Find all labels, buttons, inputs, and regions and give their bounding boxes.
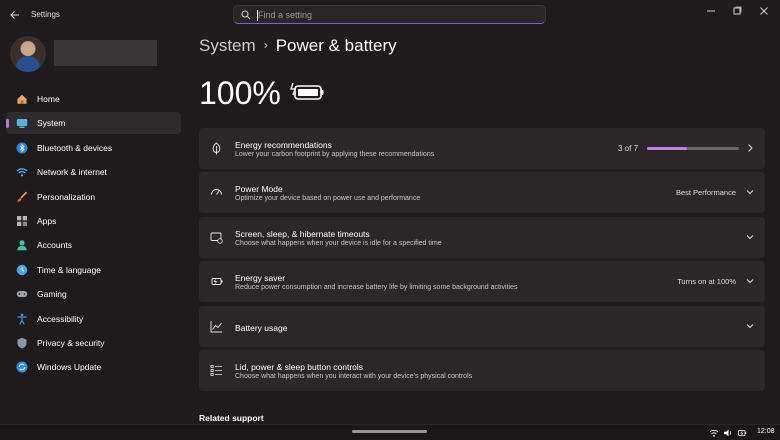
sidebar-item-label: Time & language — [37, 264, 101, 275]
related-support-heading: Related support — [199, 413, 264, 423]
card-description: Optimize your device based on power use … — [235, 195, 421, 203]
sidebar-item-personalization[interactable]: Personalization — [6, 186, 181, 208]
leaf-icon — [212, 142, 221, 155]
sidebar-item-time-language[interactable]: Time & language — [6, 259, 181, 281]
sidebar-item-accessibility[interactable]: Accessibility — [6, 308, 181, 330]
accounts-icon — [17, 240, 27, 251]
progress-fill — [647, 147, 687, 150]
sidebar-item-label: Accounts — [37, 240, 72, 251]
card-screen-sleep[interactable]: Screen, sleep, & hibernate timeouts Choo… — [199, 216, 765, 258]
sidebar-item-label: Apps — [37, 215, 57, 226]
battery-percentage: 100% — [199, 75, 281, 111]
back-arrow-icon[interactable] — [9, 9, 21, 21]
bluetooth-icon — [16, 142, 28, 154]
card-title: Energy recommendations — [235, 140, 332, 150]
chevron-down-icon — [746, 234, 754, 239]
card-energy-recommendations[interactable]: Energy recommendations Lower your carbon… — [199, 128, 765, 169]
sidebar-item-system[interactable]: System — [6, 112, 181, 135]
card-battery-usage[interactable]: Battery usage — [199, 305, 765, 347]
card-energy-saver[interactable]: Energy saver Reduce power consumption an… — [199, 261, 765, 303]
battery-charging-icon — [290, 82, 324, 100]
chevron-down-icon — [746, 190, 754, 195]
taskbar-handle[interactable] — [352, 430, 427, 433]
globe-clock-icon — [16, 264, 28, 275]
settings-cards: Energy recommendations Lower your carbon… — [199, 128, 765, 394]
chevron-down-icon — [746, 279, 754, 284]
card-title: Power Mode — [235, 184, 283, 195]
home-icon — [17, 94, 27, 104]
sidebar-item-label: Windows Update — [37, 362, 102, 373]
sidebar-item-label: Privacy & security — [37, 337, 105, 348]
energy-saver-status: Turns on at 100% — [677, 277, 736, 287]
close-icon[interactable] — [757, 4, 771, 18]
button-controls-icon — [210, 365, 222, 376]
card-description: Choose what happens when you interact wi… — [235, 372, 473, 380]
sidebar-item-windows-update[interactable]: Windows Update — [6, 356, 181, 378]
energy-saver-icon — [211, 278, 223, 286]
wifi-icon[interactable] — [709, 428, 719, 438]
battery-icon[interactable] — [737, 428, 747, 438]
recommendations-progress-bar — [647, 147, 739, 150]
card-description: Lower your carbon footprint by applying … — [235, 151, 435, 158]
sidebar-nav: Home System Bluetooth & devices Network … — [6, 88, 181, 381]
breadcrumb: System › Power & battery — [199, 36, 397, 56]
sidebar-item-label: System — [37, 118, 66, 129]
sidebar-item-network[interactable]: Network & internet — [6, 161, 181, 183]
taskbar: 12:08 — [0, 424, 780, 440]
breadcrumb-separator: › — [263, 38, 268, 52]
card-title: Energy saver — [235, 273, 286, 284]
sidebar-item-apps[interactable]: Apps — [6, 210, 181, 232]
apps-icon — [17, 215, 27, 226]
wifi-icon — [16, 168, 28, 177]
maximize-icon[interactable] — [730, 4, 744, 18]
sidebar-item-label: Personalization — [37, 191, 96, 202]
search-box[interactable]: Find a setting — [233, 5, 546, 24]
paintbrush-icon — [17, 191, 28, 202]
card-title: Battery usage — [235, 322, 288, 333]
power-mode-dropdown[interactable]: Best Performance — [676, 188, 736, 197]
card-description: Reduce power consumption and increase ba… — [235, 284, 518, 292]
card-power-mode[interactable]: Power Mode Optimize your device based on… — [199, 172, 765, 214]
card-description: Choose what happens when your device is … — [235, 239, 442, 247]
system-display-icon — [16, 119, 28, 129]
search-icon — [241, 10, 251, 20]
accessibility-icon — [17, 313, 27, 325]
sidebar-item-accounts[interactable]: Accounts — [6, 234, 181, 256]
title-bar: Settings Find a setting — [0, 0, 780, 30]
volume-icon[interactable] — [723, 428, 733, 438]
card-title: Screen, sleep, & hibernate timeouts — [235, 228, 370, 239]
page-title: Power & battery — [275, 36, 397, 55]
sidebar-item-label: Bluetooth & devices — [37, 142, 113, 153]
avatar[interactable] — [10, 36, 46, 72]
gamepad-icon — [16, 291, 28, 298]
card-lid-power-buttons[interactable]: Lid, power & sleep button controls Choos… — [199, 349, 765, 391]
battery-usage-chart-icon — [210, 320, 222, 333]
minimize-icon[interactable] — [704, 4, 718, 18]
screen-sleep-icon — [210, 232, 223, 244]
breadcrumb-parent[interactable]: System — [199, 36, 256, 55]
redacted-user-name — [54, 40, 157, 66]
recommendations-count: 3 of 7 — [618, 144, 639, 153]
power-mode-icon — [211, 189, 222, 196]
sidebar-item-label: Network & internet — [37, 167, 107, 178]
search-input[interactable]: Find a setting — [258, 10, 312, 20]
sidebar-item-label: Home — [37, 94, 60, 104]
chevron-right-icon — [748, 144, 753, 152]
sidebar-item-home[interactable]: Home — [6, 88, 181, 110]
sidebar-item-privacy[interactable]: Privacy & security — [6, 332, 181, 354]
windows-update-icon — [16, 361, 28, 373]
clock[interactable]: 12:08 — [757, 428, 775, 435]
sidebar-item-bluetooth[interactable]: Bluetooth & devices — [6, 137, 181, 159]
sidebar-item-label: Accessibility — [37, 313, 84, 324]
chevron-down-icon — [746, 323, 754, 328]
app-title: Settings — [31, 10, 60, 19]
card-title: Lid, power & sleep button controls — [235, 361, 364, 372]
shield-icon — [17, 337, 27, 349]
sidebar-item-label: Gaming — [37, 289, 67, 300]
sidebar-item-gaming[interactable]: Gaming — [6, 283, 181, 305]
